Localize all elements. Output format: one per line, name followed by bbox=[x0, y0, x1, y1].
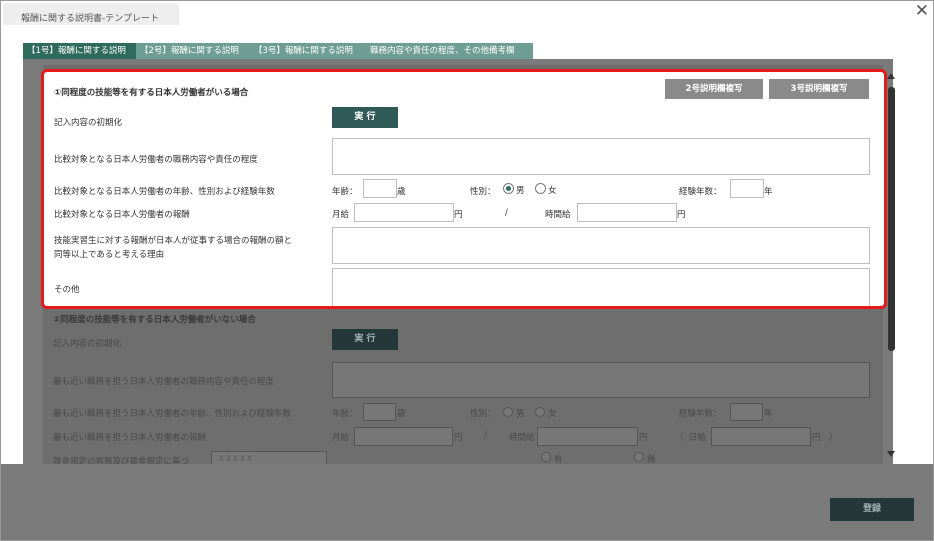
section2-daily-open: （ bbox=[675, 433, 684, 443]
section1-reason-label-line1: 技能実習生に対する報酬が日本人が従事する場合の報酬の額と bbox=[54, 236, 293, 246]
section2-monthly-yen: 円 bbox=[454, 433, 463, 443]
section1-reason-label-line2: 同等以上であると考える理由 bbox=[54, 250, 165, 260]
section1-heading: ①同程度の技能等を有する日本人労働者がいる場合 bbox=[54, 88, 249, 98]
section2-daily-yen: 円 bbox=[812, 433, 821, 443]
scroll-thumb[interactable] bbox=[888, 87, 895, 351]
section1-radio-male[interactable] bbox=[503, 183, 514, 194]
section2-exp-input[interactable] bbox=[730, 403, 763, 421]
section1-duties-textarea[interactable] bbox=[332, 138, 870, 175]
scroll-down-icon[interactable] bbox=[887, 451, 895, 457]
section2-hourly-prefix: 時間給 bbox=[509, 433, 535, 443]
section2-hourly-input[interactable] bbox=[537, 427, 638, 446]
close-icon[interactable]: ✕ bbox=[915, 1, 929, 21]
section2-age-prefix: 年齢： bbox=[332, 409, 358, 419]
section2-daily-input[interactable] bbox=[711, 427, 811, 446]
section2-radio-no[interactable] bbox=[634, 452, 644, 462]
section1-monthly-prefix: 月給 bbox=[332, 210, 350, 220]
section1-other-label: その他 bbox=[54, 285, 80, 295]
tab-notes[interactable]: 職務内容や責任の程度、その他備考欄 bbox=[366, 43, 533, 59]
section2-heading: ②同程度の技能等を有する日本人労働者がいない場合 bbox=[53, 315, 256, 325]
section2-pay-row-label: 最も近い職務を担う日本人労働者の報酬 bbox=[53, 433, 207, 443]
copy-2go-button[interactable]: 2号説明欄複写 bbox=[665, 79, 763, 99]
section1-monthly-input[interactable] bbox=[354, 203, 454, 222]
dialog-title-bar: 報酬に関する説明書-テンプレート bbox=[3, 3, 179, 25]
section2-radio-yes[interactable] bbox=[541, 452, 551, 462]
dialog-title: 報酬に関する説明書-テンプレート bbox=[21, 14, 159, 24]
dimmed-footer-area bbox=[1, 464, 933, 540]
section1-pay-row-label: 比較対象となる日本人労働者の報酬 bbox=[54, 210, 190, 220]
dialog-window: 報酬に関する説明書-テンプレート ✕ 【1号】報酬に関する説明 【2号】報酬に関… bbox=[0, 0, 934, 541]
section2-monthly-prefix: 月給 bbox=[332, 433, 350, 443]
section1-age-row-label: 比較対象となる日本人労働者の年齢、性別および経験年数 bbox=[54, 187, 275, 197]
tab-3go[interactable]: 【3号】報酬に関する説明 bbox=[250, 43, 368, 59]
section2-duties-textarea[interactable] bbox=[332, 362, 870, 398]
section1-gender-prefix: 性別： bbox=[470, 187, 496, 197]
section2-radio-male[interactable] bbox=[503, 407, 513, 417]
section1-hourly-yen: 円 bbox=[677, 210, 686, 220]
tab-1go[interactable]: 【1号】報酬に関する説明 bbox=[23, 43, 138, 59]
tab-2go[interactable]: 【2号】報酬に関する説明 bbox=[136, 43, 252, 59]
section2-daily-prefix: 日給 bbox=[689, 433, 707, 443]
section1-exec-button[interactable]: 実 行 bbox=[332, 107, 398, 128]
section2-partial-select[interactable]: ＸＸＸＸＸ bbox=[211, 451, 327, 464]
section1-slash: / bbox=[505, 208, 508, 218]
section2-duties-label: 最も近い職務を担う日本人労働者の職務内容や責任の程度 bbox=[53, 377, 275, 387]
section2-monthly-input[interactable] bbox=[354, 427, 453, 446]
section1-highlight-panel: ①同程度の技能等を有する日本人労働者がいる場合 2号説明欄複写 3号説明欄複写 … bbox=[41, 69, 887, 309]
section1-exp-input[interactable] bbox=[730, 179, 764, 198]
section2-age-row-label: 最も近い職務を担う日本人労働者の年齢、性別および経験年数 bbox=[53, 409, 292, 419]
section2-age-input[interactable] bbox=[363, 403, 396, 421]
section1-init-label: 記入内容の初期化 bbox=[54, 118, 123, 128]
section1-duties-label: 比較対象となる日本人労働者の職務内容や責任の程度 bbox=[54, 155, 258, 165]
section2-exec-button[interactable]: 実 行 bbox=[332, 329, 398, 350]
section1-hourly-prefix: 時間給 bbox=[545, 210, 571, 220]
section2-daily-close: ） bbox=[829, 433, 838, 443]
section2-yes-label: 有 bbox=[554, 455, 563, 464]
section1-age-prefix: 年齢： bbox=[332, 187, 358, 197]
section1-male-label: 男 bbox=[516, 186, 525, 196]
section1-hourly-input[interactable] bbox=[577, 203, 677, 222]
section1-female-label: 女 bbox=[548, 186, 557, 196]
section1-other-textarea[interactable] bbox=[332, 268, 870, 306]
section1-radio-female[interactable] bbox=[535, 183, 546, 194]
section2-no-label: 無 bbox=[647, 455, 656, 464]
section2-male-label: 男 bbox=[516, 409, 525, 419]
section1-exp-prefix: 経験年数： bbox=[679, 187, 722, 197]
section2-gender-prefix: 性別： bbox=[470, 409, 496, 419]
section2-slash: / bbox=[484, 431, 487, 441]
section2-radio-female[interactable] bbox=[535, 407, 545, 417]
section2-age-suffix: 歳 bbox=[397, 409, 406, 419]
section2-init-label: 記入内容の初期化 bbox=[53, 339, 122, 349]
section2-female-label: 女 bbox=[548, 409, 557, 419]
section2-exp-suffix: 年 bbox=[764, 409, 773, 419]
section1-age-suffix: 歳 bbox=[397, 187, 406, 197]
section2-hourly-yen: 円 bbox=[639, 433, 648, 443]
section2-exp-prefix: 経験年数： bbox=[679, 409, 722, 419]
section1-monthly-yen: 円 bbox=[454, 210, 463, 220]
section1-exp-suffix: 年 bbox=[764, 187, 773, 197]
section2-partial-label: 賃金規定の有無及び賃金規定に基づ bbox=[53, 457, 190, 464]
register-button[interactable]: 登録 bbox=[830, 498, 914, 521]
copy-3go-button[interactable]: 3号説明欄複写 bbox=[769, 79, 869, 99]
vertical-scrollbar[interactable] bbox=[887, 73, 897, 463]
scroll-up-icon[interactable] bbox=[887, 73, 895, 79]
section1-reason-textarea[interactable] bbox=[332, 227, 870, 264]
section1-age-input[interactable] bbox=[363, 179, 397, 198]
